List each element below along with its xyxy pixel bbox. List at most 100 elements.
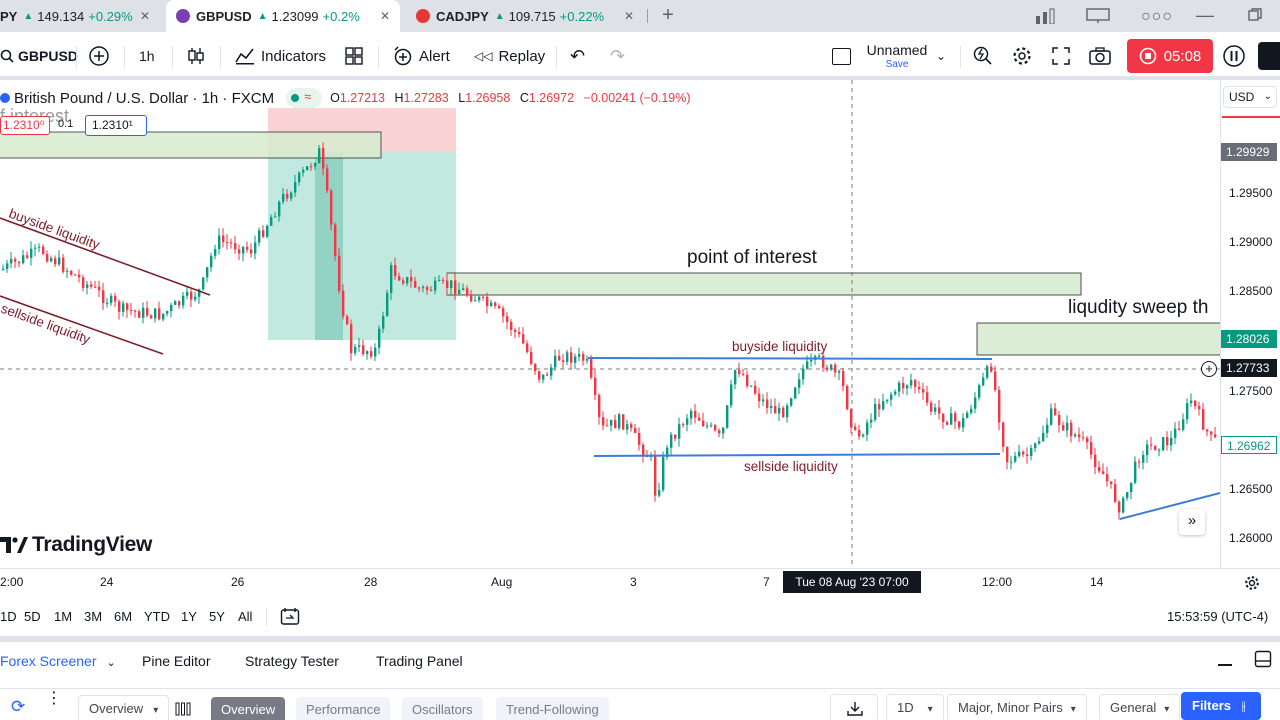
range-5d[interactable]: 5D (24, 609, 41, 624)
candle-body (398, 276, 401, 281)
close-tab-icon[interactable]: ✕ (378, 9, 392, 23)
candle-body (794, 387, 797, 399)
take-profit-zone[interactable] (268, 152, 456, 340)
interval-button[interactable]: 1h (139, 42, 155, 70)
screener-tab-oscillators[interactable]: Oscillators (402, 697, 483, 720)
range-buyside-label[interactable]: buyside liquidity (732, 339, 828, 354)
restore-window-icon[interactable] (1248, 8, 1262, 24)
layout-name-button[interactable]: Unnamed Save (862, 42, 932, 71)
range-ytd[interactable]: YTD (144, 609, 170, 624)
overview-select[interactable]: Overview ▾ (78, 695, 170, 720)
snapshot-button[interactable] (1088, 42, 1112, 70)
candles-icon (188, 48, 204, 64)
range-6m[interactable]: 6M (114, 609, 132, 624)
screener-tab-trend-following[interactable]: Trend-Following (496, 697, 609, 720)
liquidity-sweep-label[interactable]: liqudity sweep th (1068, 297, 1208, 318)
maximize-panel-icon[interactable] (1254, 650, 1272, 668)
candle-body (274, 216, 277, 218)
pause-button[interactable] (1222, 42, 1246, 70)
liquidity-sweep-zone[interactable] (976, 322, 1220, 356)
browser-tab-usdjpy[interactable]: PY ▲ 149.134 +0.29% ✕ (0, 0, 160, 32)
add-alert-crosshair-icon[interactable]: + (1201, 361, 1217, 377)
time-axis[interactable]: 2:00 24 26 28 Aug 3 7 Tue 08 Aug '23 07:… (0, 568, 1280, 596)
refresh-icon[interactable]: ⟳ (11, 697, 25, 717)
replay-button[interactable]: ◁◁ Replay (474, 42, 545, 70)
tradingview-mark-icon (0, 537, 28, 553)
indicators-button[interactable]: Indicators (234, 42, 326, 70)
range-3m[interactable]: 3M (84, 609, 102, 624)
candle-body (2, 268, 5, 270)
alert-button[interactable]: Alert (392, 42, 450, 70)
point-of-interest-zone[interactable] (446, 272, 1082, 296)
chart-bars-icon[interactable] (1034, 8, 1058, 24)
alert-label: Alert (419, 47, 450, 65)
lightning-search-icon (973, 46, 992, 65)
chart-canvas[interactable]: buyside liquidity sellside liquidity poi… (0, 80, 1220, 568)
plus-circle-icon (89, 46, 109, 66)
chevron-down-icon[interactable]: ⌄ (936, 42, 946, 70)
chart-type-button[interactable] (186, 42, 206, 70)
range-all[interactable]: All (238, 609, 252, 624)
browser-tab-cadjpy[interactable]: CADJPY ▲ 109.715 +0.22% ✕ (408, 0, 644, 32)
layout-checkbox-icon[interactable] (832, 42, 851, 70)
redo-icon[interactable]: ↷ (610, 42, 625, 70)
clock-readout[interactable]: 15:53:59 (UTC-4) (1167, 609, 1268, 624)
candle-body (1130, 482, 1133, 493)
compare-symbol-button[interactable] (88, 42, 110, 70)
currency-select[interactable]: USD ⌄ (1223, 86, 1277, 108)
layout-name: Unnamed (866, 42, 928, 58)
undo-icon[interactable]: ↶ (570, 42, 585, 70)
range-1y[interactable]: 1Y (181, 609, 197, 624)
close-tab-icon[interactable]: ✕ (622, 9, 636, 23)
position-qty[interactable]: 0.1 (58, 118, 73, 130)
fullscreen-button[interactable] (1051, 42, 1071, 70)
settings-button[interactable] (1011, 42, 1033, 70)
position-price-left[interactable]: 1.2310⁰ (0, 116, 50, 135)
go-to-date-icon[interactable] (280, 607, 300, 625)
export-button[interactable] (830, 694, 878, 720)
scroll-to-realtime-icon[interactable]: » (1179, 509, 1205, 535)
sellside-trendline[interactable] (0, 295, 164, 355)
publish-button[interactable] (1258, 42, 1280, 70)
series-legend[interactable]: British Pound / U.S. Dollar · 1h · FXCM … (0, 88, 691, 108)
position-price-right[interactable]: 1.2310¹ (85, 115, 147, 136)
tab-forex-screener[interactable]: Forex Screener ⌄ (0, 653, 116, 669)
range-1m[interactable]: 1M (54, 609, 72, 624)
chart-pane[interactable]: buyside liquidity sellside liquidity poi… (0, 80, 1220, 568)
browser-tab-gbpusd[interactable]: GBPUSD ▲ 1.23099 +0.2% ✕ (166, 0, 400, 32)
minimize-panel-icon[interactable] (1218, 664, 1232, 666)
recording-timer-button[interactable]: 05:08 (1127, 39, 1213, 73)
point-of-interest-label[interactable]: point of interest (687, 247, 818, 268)
monitor-icon[interactable] (1086, 8, 1110, 24)
pairs-select[interactable]: Major, Minor Pairs ▾ (947, 694, 1087, 720)
layout-templates-button[interactable] (344, 42, 364, 70)
buyside-liquidity-label[interactable]: buyside liquidity (7, 206, 102, 253)
range-sellside-label[interactable]: sellside liquidity (744, 459, 838, 474)
screener-tab-overview[interactable]: Overview (211, 697, 286, 720)
range-1d[interactable]: 1D (0, 609, 17, 624)
price-axis[interactable]: USD ⌄ 1.29929 1.29500 1.29000 1.28500 1.2… (1220, 80, 1280, 568)
range-5y[interactable]: 5Y (209, 609, 225, 624)
gear-icon[interactable] (1244, 575, 1260, 591)
screener-tab-performance[interactable]: Performance (296, 697, 391, 720)
general-select[interactable]: General ▾ (1099, 694, 1181, 720)
columns-icon[interactable] (175, 702, 191, 716)
candle-body (518, 332, 521, 335)
range-high-line[interactable] (587, 357, 993, 360)
symbol-search-button[interactable]: GBPUSD (0, 42, 78, 70)
support-trendline[interactable] (1119, 492, 1220, 520)
tab-strategy-tester[interactable]: Strategy Tester (245, 653, 339, 669)
close-tab-icon[interactable]: ✕ (138, 9, 152, 23)
tab-pine-editor[interactable]: Pine Editor (142, 653, 210, 669)
candle-body (762, 399, 765, 402)
quick-search-button[interactable] (972, 42, 994, 70)
new-tab-icon[interactable]: + (656, 4, 680, 28)
market-status-badge[interactable]: ≈ (286, 88, 323, 108)
more-vertical-icon[interactable]: ⋮ (46, 691, 62, 707)
minimize-icon[interactable]: — (1196, 5, 1214, 25)
filters-button[interactable]: Filters ⫲ (1181, 692, 1261, 720)
candle-body (590, 358, 593, 378)
tab-trading-panel[interactable]: Trading Panel (376, 653, 463, 669)
timeframe-select[interactable]: 1D ▾ (886, 694, 944, 720)
more-dots-icon[interactable]: ○○○ (1141, 8, 1173, 25)
